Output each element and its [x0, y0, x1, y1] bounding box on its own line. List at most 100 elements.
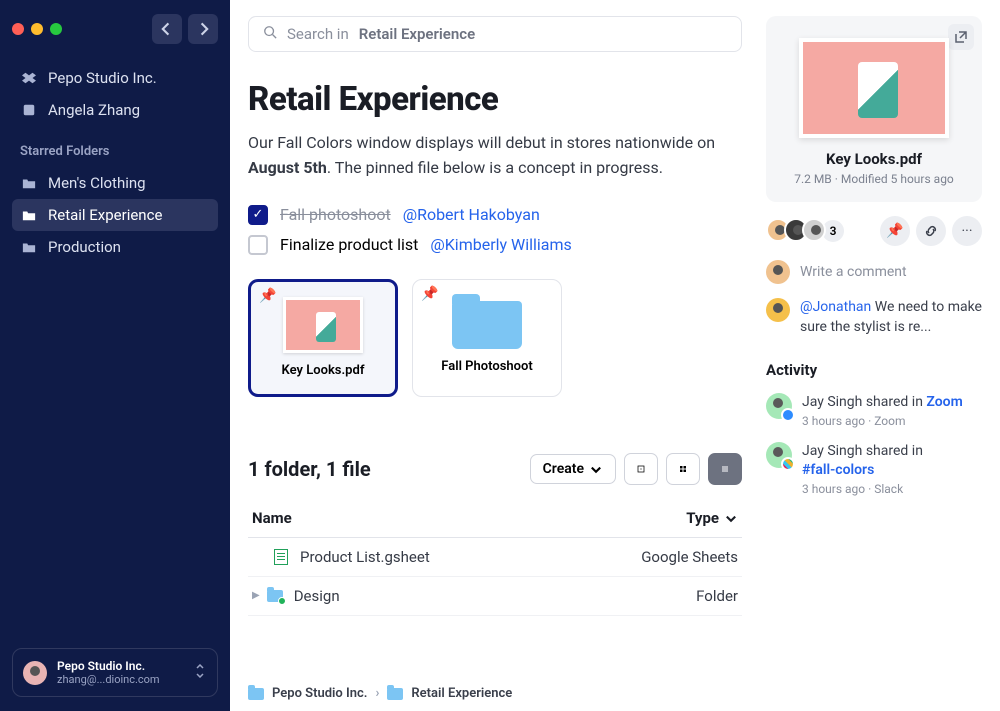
sidebar-item-label: Men's Clothing: [48, 174, 146, 192]
task-checkbox[interactable]: ✓: [248, 205, 268, 225]
folder-icon: [452, 301, 522, 349]
list-summary: 1 folder, 1 file: [248, 457, 371, 481]
card-label: Fall Photoshoot: [441, 359, 532, 374]
avatar-stack[interactable]: 3: [766, 218, 846, 244]
table-header: Name Type: [248, 499, 742, 538]
task-item: ✓ Fall photoshoot @Robert Hakobyan: [248, 205, 742, 225]
file-name: Product List.gsheet: [300, 548, 430, 566]
link-button[interactable]: [916, 216, 946, 246]
starred-folders-label: Starred Folders: [20, 144, 210, 159]
window-controls: [12, 14, 218, 44]
dropbox-icon: [20, 71, 38, 85]
file-type: Google Sheets: [598, 548, 738, 566]
main-content: Search in Retail Experience Retail Exper…: [230, 0, 760, 711]
minimize-window-icon[interactable]: [31, 23, 43, 35]
avatar: [766, 393, 792, 419]
folder-icon: [20, 208, 38, 222]
breadcrumb-item[interactable]: Retail Experience: [411, 686, 512, 701]
breadcrumb-item[interactable]: Pepo Studio Inc.: [272, 686, 367, 701]
table-row[interactable]: Product List.gsheet Google Sheets: [248, 538, 742, 577]
task-label: Finalize product list: [280, 235, 418, 254]
folder-icon: [266, 587, 284, 605]
preview-box: Key Looks.pdf 7.2 MB · Modified 5 hours …: [766, 16, 982, 202]
open-external-button[interactable]: [948, 24, 974, 50]
avatar: [766, 260, 790, 284]
expand-icon[interactable]: ▶: [252, 590, 260, 601]
pin-icon: 📌: [421, 286, 438, 302]
activity-meta: 3 hours ago · Slack: [802, 482, 923, 496]
sidebar-item-retail-experience[interactable]: Retail Experience: [12, 199, 218, 231]
pin-button[interactable]: 📌: [880, 216, 910, 246]
zoom-icon: [781, 408, 795, 422]
column-name[interactable]: Name: [252, 509, 598, 527]
comment-item: @Jonathan We need to make sure the styli…: [766, 298, 982, 337]
list-header: 1 folder, 1 file Create: [248, 453, 742, 485]
screenshot-button[interactable]: [624, 453, 658, 485]
account-email: zhang@...dioinc.com: [57, 673, 160, 686]
search-placeholder-scope: Retail Experience: [359, 25, 475, 43]
gsheet-icon: [272, 548, 290, 566]
avatar: [766, 442, 792, 468]
more-button[interactable]: ···: [952, 216, 982, 246]
preview-thumbnail: [799, 38, 949, 138]
account-switcher[interactable]: Pepo Studio Inc. zhang@...dioinc.com: [12, 648, 218, 697]
search-icon: [263, 25, 277, 43]
pinned-cards: 📌 Key Looks.pdf 📌 Fall Photoshoot: [248, 279, 742, 397]
page-title: Retail Experience: [248, 80, 742, 119]
detail-panel: Key Looks.pdf 7.2 MB · Modified 5 hours …: [760, 0, 1000, 711]
file-thumbnail: [283, 297, 363, 353]
close-window-icon[interactable]: [12, 23, 24, 35]
task-mention[interactable]: @Kimberly Williams: [430, 235, 571, 254]
comment-input[interactable]: Write a comment: [766, 260, 982, 284]
sidebar: Pepo Studio Inc. Angela Zhang Starred Fo…: [0, 0, 230, 711]
search-input[interactable]: Search in Retail Experience: [248, 16, 742, 52]
org-label: Pepo Studio Inc.: [48, 69, 157, 87]
sidebar-item-production[interactable]: Production: [12, 231, 218, 263]
sidebar-item-label: Retail Experience: [48, 206, 162, 224]
preview-title: Key Looks.pdf: [780, 150, 968, 168]
activity-link[interactable]: Zoom: [926, 394, 962, 410]
table-row[interactable]: ▶ Design Folder: [248, 577, 742, 616]
avatar: [766, 298, 790, 322]
column-type[interactable]: Type: [598, 509, 738, 527]
chevron-down-icon: [193, 663, 207, 682]
activity-meta: 3 hours ago · Zoom: [802, 414, 963, 428]
breadcrumb: Pepo Studio Inc. › Retail Experience: [248, 672, 742, 701]
activity-item: Jay Singh shared in #fall-colors 3 hours…: [766, 442, 982, 496]
task-checkbox[interactable]: [248, 235, 268, 255]
sidebar-item-label: Production: [48, 238, 121, 256]
file-table: Name Type Product List.gsheet Google She…: [248, 499, 742, 616]
card-label: Key Looks.pdf: [282, 363, 365, 378]
activity-heading: Activity: [766, 361, 982, 379]
task-label: Fall photoshoot: [280, 205, 391, 224]
user-icon: [20, 103, 38, 117]
create-button[interactable]: Create: [530, 454, 616, 484]
org-item[interactable]: Pepo Studio Inc.: [12, 62, 218, 94]
sidebar-item-mens-clothing[interactable]: Men's Clothing: [12, 167, 218, 199]
maximize-window-icon[interactable]: [50, 23, 62, 35]
activity-link[interactable]: #fall-colors: [802, 462, 874, 478]
slack-icon: [781, 457, 795, 471]
task-mention[interactable]: @Robert Hakobyan: [403, 205, 540, 224]
grid-view-button[interactable]: [666, 453, 700, 485]
pin-icon: 📌: [259, 288, 276, 304]
user-item[interactable]: Angela Zhang: [12, 94, 218, 126]
comment-mention[interactable]: @Jonathan: [800, 299, 871, 315]
preview-meta: 7.2 MB · Modified 5 hours ago: [780, 172, 968, 186]
page-description: Our Fall Colors window displays will deb…: [248, 131, 742, 181]
folder-card-fall-photoshoot[interactable]: 📌 Fall Photoshoot: [412, 279, 562, 397]
avatar: [23, 661, 47, 685]
avatar: [802, 218, 826, 242]
folder-name: Design: [294, 587, 340, 605]
file-card-key-looks[interactable]: 📌 Key Looks.pdf: [248, 279, 398, 397]
action-row: 3 📌 ···: [766, 216, 982, 246]
user-label: Angela Zhang: [48, 101, 140, 119]
task-list: ✓ Fall photoshoot @Robert Hakobyan Final…: [248, 205, 742, 255]
folder-icon: [387, 688, 403, 700]
folder-icon: [248, 688, 264, 700]
comment-placeholder: Write a comment: [800, 264, 907, 280]
forward-button[interactable]: [188, 14, 218, 44]
list-view-button[interactable]: [708, 453, 742, 485]
back-button[interactable]: [152, 14, 182, 44]
folder-icon: [20, 240, 38, 254]
